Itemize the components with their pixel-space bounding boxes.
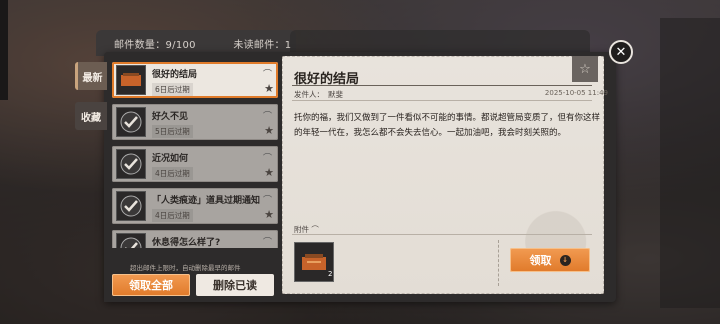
mail-expire: 4日后过期: [152, 167, 193, 180]
star-icon[interactable]: ★: [264, 82, 274, 95]
paperclip-icon: ⌒: [262, 238, 272, 248]
tab-favorites[interactable]: 收藏: [75, 102, 107, 130]
mail-item[interactable]: 近况如何 4日后过期 ⌒ ★: [112, 146, 278, 182]
tab-latest[interactable]: 最新: [75, 62, 107, 90]
divider: [292, 100, 592, 101]
mail-title: 很好的结局: [152, 70, 198, 80]
mail-count: 邮件数量：9/100: [114, 40, 196, 51]
mail-title: 「人类痕迹」道具过期通知: [152, 196, 261, 206]
mail-title: 好久不见: [152, 112, 189, 122]
mail-title: 休息得怎么样了?: [152, 238, 221, 248]
background-card: [660, 18, 720, 308]
sender-line: 发件人： 默斐: [294, 89, 343, 100]
attachment-count: 2: [328, 270, 333, 278]
mail-thumb: [116, 107, 146, 137]
star-icon[interactable]: ★: [264, 208, 274, 221]
claim-label: 领取: [529, 254, 552, 267]
mail-header-info: 邮件数量：9/100 未读邮件：1: [114, 36, 325, 51]
paperclip-icon: ⌒: [262, 154, 272, 164]
left-rail: [0, 0, 8, 100]
mail-list: 很好的结局 6日后过期 ⌒ ★ 好久不见 5日后过期 ⌒ ★ 近况如何 4日后过…: [112, 62, 278, 262]
delete-read-button[interactable]: 删除已读: [196, 274, 274, 296]
download-icon: ↓: [559, 254, 571, 266]
mail-item[interactable]: 很好的结局 6日后过期 ⌒ ★: [112, 62, 278, 98]
claim-button[interactable]: 领取 ↓: [510, 248, 590, 272]
paperclip-icon: ⌒: [262, 112, 272, 122]
mail-limit-notice: 超出邮件上限时，自动删除最早的邮件: [130, 264, 241, 272]
mail-expire: 4日后过期: [152, 209, 193, 222]
mail-item[interactable]: 好久不见 5日后过期 ⌒ ★: [112, 104, 278, 140]
mail-expire: 6日后过期: [152, 83, 193, 96]
letter-body: 托你的福，我们又做到了一件看似不可能的事情。都说超管局变质了，但有你这样的年轻一…: [294, 113, 601, 138]
unread-count: 未读邮件：1: [233, 40, 292, 51]
claim-all-button[interactable]: 领取全部: [112, 274, 190, 296]
paperclip-icon: ⌒: [262, 70, 272, 80]
divider: [292, 85, 592, 86]
letter-date: 2025-10-05 11:49: [544, 89, 608, 97]
mail-thumb: [116, 65, 146, 95]
sender-label: 发件人：: [294, 90, 324, 99]
paperclip-icon: ⌒: [311, 225, 319, 234]
divider: [498, 240, 499, 286]
paperclip-icon: ⌒: [262, 196, 272, 206]
star-icon[interactable]: ★: [264, 124, 274, 137]
mail-thumb: [116, 149, 146, 179]
mail-item[interactable]: 「人类痕迹」道具过期通知 4日后过期 ⌒ ★: [112, 188, 278, 224]
sender-name: 默斐: [328, 90, 343, 99]
divider: [292, 234, 592, 235]
mail-thumb: [116, 191, 146, 221]
mail-title: 近况如何: [152, 154, 189, 164]
star-icon[interactable]: ★: [264, 166, 274, 179]
close-icon[interactable]: ✕: [609, 40, 633, 64]
favorite-star-icon[interactable]: ☆: [572, 56, 598, 82]
mail-expire: 5日后过期: [152, 125, 193, 138]
